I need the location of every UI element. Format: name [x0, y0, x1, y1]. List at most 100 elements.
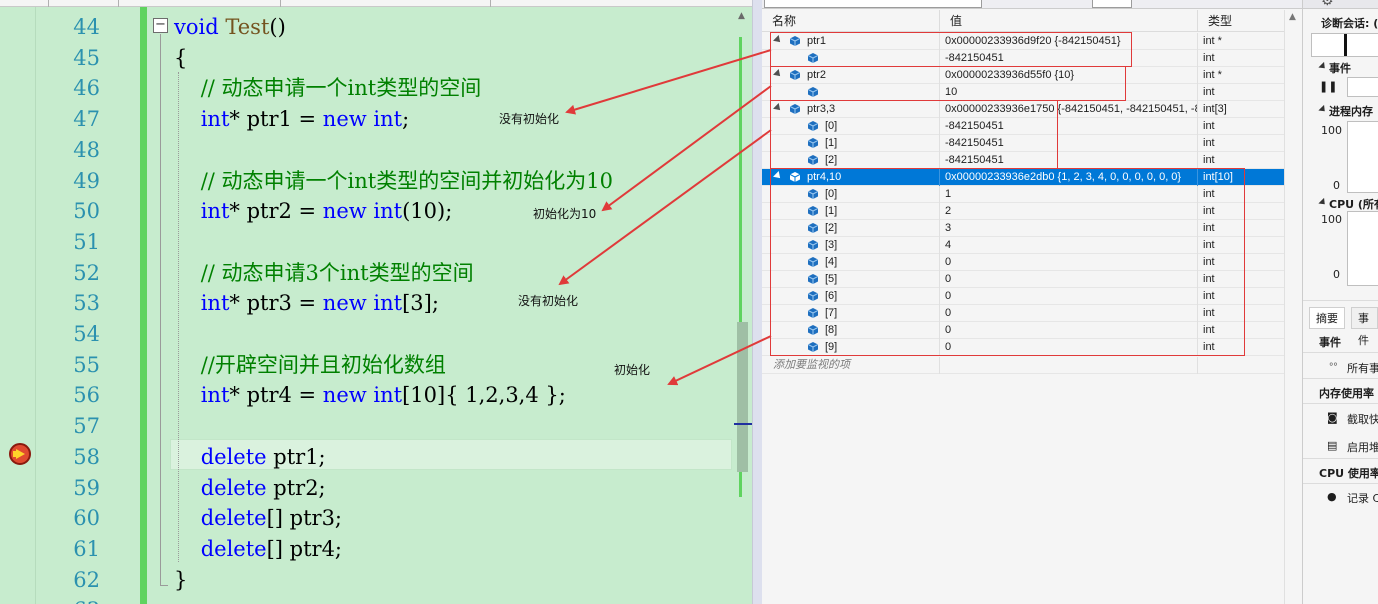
indicator-margin[interactable]: [0, 7, 36, 604]
watch-value[interactable]: -842150451: [945, 136, 1004, 151]
watch-row[interactable]: ptr3,3 0x00000233936e1750 {-842150451, -8…: [762, 101, 1284, 118]
panel-splitter[interactable]: [752, 0, 762, 604]
gear-icon[interactable]: ⚙: [1321, 0, 1334, 9]
diagnostic-tools-panel[interactable]: ⚙ 诊断会话: ( 事件 ❚❚ 进程内存 100 0 CPU (所有 100 0…: [1302, 0, 1378, 604]
code-token: new: [322, 199, 367, 223]
watch-row[interactable]: -842150451 int: [762, 50, 1284, 67]
watch-search-box[interactable]: [764, 0, 982, 8]
code-line[interactable]: }: [174, 565, 187, 595]
watch-value[interactable]: 0: [945, 289, 951, 304]
scroll-up-icon[interactable]: ▲: [738, 11, 745, 21]
watch-row[interactable]: [0] -842150451 int: [762, 118, 1284, 135]
code-line[interactable]: int* ptr3 = new int[3];: [174, 288, 439, 318]
add-watch-row[interactable]: 添加要监视的项: [762, 357, 1284, 374]
watch-row[interactable]: [7] 0 int: [762, 305, 1284, 322]
watch-value[interactable]: 0x00000233936e1750 {-842150451, -8421504…: [945, 102, 1197, 117]
breakpoint-current-statement-icon[interactable]: [9, 443, 31, 465]
code-line[interactable]: int* ptr2 = new int(10);: [174, 196, 453, 226]
watch-row[interactable]: ptr1 0x00000233936d9f20 {-842150451} int *: [762, 33, 1284, 50]
watch-value[interactable]: 0: [945, 340, 951, 355]
watch-row[interactable]: [0] 1 int: [762, 186, 1284, 203]
column-header-type[interactable]: 类型: [1198, 10, 1284, 32]
code-line[interactable]: int* ptr1 = new int;: [174, 104, 409, 134]
expand-collapse-icon[interactable]: [773, 69, 783, 79]
code-line[interactable]: // 动态申请一个int类型的空间并初始化为10: [174, 166, 613, 196]
tab-events[interactable]: 事件: [1351, 307, 1378, 347]
watch-row[interactable]: [4] 0 int: [762, 254, 1284, 271]
code-line[interactable]: {: [174, 43, 187, 73]
code-line[interactable]: // 动态申请3个int类型的空间: [174, 258, 474, 288]
add-watch-placeholder[interactable]: 添加要监视的项: [773, 358, 850, 373]
code-editor[interactable]: − 44 void Test() 45 {46 // 动态申请一个int类型的空间 47…: [0, 0, 752, 604]
watch-row[interactable]: [1] -842150451 int: [762, 135, 1284, 152]
watch-row[interactable]: [9] 0 int: [762, 339, 1284, 356]
watch-row[interactable]: [5] 0 int: [762, 271, 1284, 288]
enable-heap-profiling-button[interactable]: 启用堆: [1347, 439, 1378, 455]
take-snapshot-button[interactable]: 截取快: [1347, 411, 1378, 427]
search-depth-box[interactable]: [1092, 0, 1132, 8]
watch-name: ptr4,10: [807, 171, 842, 183]
collapse-arrow-icon[interactable]: [1318, 104, 1328, 115]
memory-usage-heading: 内存使用率: [1319, 387, 1374, 400]
expand-collapse-icon[interactable]: [773, 103, 783, 113]
cpu-graph[interactable]: [1347, 211, 1378, 286]
watch-row[interactable]: [3] 4 int: [762, 237, 1284, 254]
code-line[interactable]: void Test(): [174, 12, 286, 42]
watch-row[interactable]: ptr4,10 0x00000233936e2db0 {1, 2, 3, 4, 0…: [762, 169, 1284, 186]
code-line[interactable]: // 动态申请一个int类型的空间: [174, 73, 482, 103]
divider: [1303, 458, 1378, 459]
watch-row[interactable]: ptr2 0x00000233936d55f0 {10} int *: [762, 67, 1284, 84]
code-line[interactable]: delete ptr1;: [174, 442, 326, 472]
editor-vertical-scrollbar[interactable]: ▲: [734, 7, 752, 604]
watch-value[interactable]: 0x00000233936e2db0 {1, 2, 3, 4, 0, 0, 0,…: [945, 170, 1181, 185]
watch-vertical-scrollbar[interactable]: ▲: [1284, 10, 1302, 604]
watch-row[interactable]: [2] 3 int: [762, 220, 1284, 237]
watch-value[interactable]: 0x00000233936d55f0 {10}: [945, 68, 1074, 83]
pause-icon[interactable]: ❚❚: [1319, 80, 1337, 93]
watch-row[interactable]: 10 int: [762, 84, 1284, 101]
watch-row[interactable]: [8] 0 int: [762, 322, 1284, 339]
watch-row[interactable]: [1] 2 int: [762, 203, 1284, 220]
watch-row[interactable]: [2] -842150451 int: [762, 152, 1284, 169]
all-events-link[interactable]: 所有事: [1347, 360, 1378, 376]
memory-graph[interactable]: [1347, 121, 1378, 193]
watch-value[interactable]: 0: [945, 323, 951, 338]
column-header-name[interactable]: 名称: [762, 10, 940, 32]
collapse-icon[interactable]: −: [153, 18, 168, 33]
watch-value[interactable]: -842150451: [945, 51, 1004, 66]
watch-value[interactable]: 0: [945, 306, 951, 321]
column-header-value[interactable]: 值: [940, 10, 1198, 32]
watch-name: [5]: [825, 273, 838, 285]
watch-value[interactable]: 3: [945, 221, 951, 236]
watch-value[interactable]: 4: [945, 238, 951, 253]
expand-collapse-icon[interactable]: [773, 171, 783, 181]
watch-value[interactable]: 0: [945, 272, 951, 287]
watch-row[interactable]: [6] 0 int: [762, 288, 1284, 305]
tab-summary[interactable]: 摘要: [1309, 307, 1345, 329]
code-line[interactable]: delete[] ptr4;: [174, 534, 342, 564]
watch-value[interactable]: 2: [945, 204, 951, 219]
events-section-label: 事件: [1329, 62, 1351, 75]
expand-collapse-icon[interactable]: [773, 35, 783, 45]
timeline-ruler[interactable]: [1311, 33, 1378, 57]
code-line[interactable]: //开辟空间并且初始化数组: [174, 350, 446, 380]
collapse-arrow-icon[interactable]: [1318, 197, 1328, 208]
watch-value[interactable]: -842150451: [945, 119, 1004, 134]
watch-value[interactable]: -842150451: [945, 153, 1004, 168]
watch-value[interactable]: 0: [945, 255, 951, 270]
watch-name: [8]: [825, 324, 838, 336]
code-line[interactable]: delete ptr2;: [174, 473, 326, 503]
record-cpu-button[interactable]: 记录 C: [1347, 490, 1378, 506]
watch-window[interactable]: 名称 值 类型 ptr1 0x00000233936d9f20 {-8421504…: [762, 0, 1302, 604]
collapse-arrow-icon[interactable]: [1318, 61, 1328, 72]
watch-value[interactable]: 0x00000233936d9f20 {-842150451}: [945, 34, 1121, 49]
watch-value[interactable]: 10: [945, 85, 957, 100]
watch-value[interactable]: 1: [945, 187, 951, 202]
code-line[interactable]: int* ptr4 = new int[10]{ 1,2,3,4 };: [174, 380, 566, 410]
code-token: [3];: [402, 291, 439, 315]
scrollbar-thumb[interactable]: [737, 322, 748, 472]
line-number: 58: [73, 445, 100, 469]
code-token: int: [373, 199, 403, 223]
code-line[interactable]: delete[] ptr3;: [174, 503, 342, 533]
scroll-up-icon[interactable]: ▲: [1289, 12, 1296, 22]
